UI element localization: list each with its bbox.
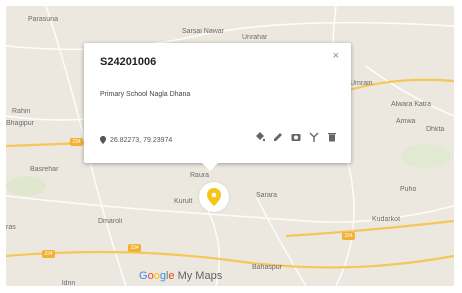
- place-label: Parasuna: [28, 16, 58, 23]
- road-shield: 334: [342, 232, 355, 240]
- place-label: ras: [6, 224, 16, 231]
- place-label: Dhkta: [426, 126, 445, 133]
- place-label: Puho: [400, 186, 417, 193]
- place-label: Dmaroli: [98, 218, 123, 225]
- map-pin-icon: [207, 188, 221, 206]
- product-name: My Maps: [177, 270, 223, 282]
- place-label: Amwa: [396, 118, 416, 125]
- delete-icon[interactable]: [327, 132, 337, 142]
- edit-icon[interactable]: [273, 132, 283, 142]
- coordinates-text: 26.82273, 79.23974: [110, 136, 173, 144]
- place-label: Kurult: [174, 198, 193, 205]
- popup-title: S24201006: [100, 56, 157, 68]
- place-label: ldnn: [62, 280, 76, 286]
- road-shield: 234: [70, 138, 83, 146]
- popup-coordinates: 26.82273, 79.23974: [100, 136, 172, 144]
- directions-icon[interactable]: [309, 132, 319, 142]
- place-label: Basrehar: [30, 166, 59, 173]
- popup-toolbar: [255, 132, 337, 142]
- place-label: Unrahar: [242, 34, 268, 41]
- camera-icon[interactable]: [291, 132, 301, 142]
- google-my-maps-logo: Google My Maps: [139, 270, 223, 282]
- popup-description: Primary School Nagla Dhana: [100, 91, 191, 98]
- map-canvas[interactable]: Parasuna Sarsai Nawar Unrahar Umrain Alw…: [6, 6, 454, 286]
- place-label: Alwara Katra: [391, 101, 432, 108]
- location-pin-icon: [100, 136, 106, 144]
- place-label: Rahin: [12, 108, 31, 115]
- location-marker[interactable]: [199, 182, 229, 212]
- style-icon[interactable]: [255, 132, 265, 142]
- place-label: Bahaspur: [252, 264, 282, 271]
- road-shield: 234: [128, 244, 141, 252]
- place-label: Bhagipur: [6, 120, 35, 127]
- place-label: Sarara: [256, 192, 278, 199]
- place-label: Raura: [190, 172, 210, 179]
- place-label: Kudarkot: [372, 216, 401, 223]
- close-icon[interactable]: ×: [333, 50, 339, 62]
- place-label: Sarsai Nawar: [182, 28, 225, 35]
- place-label: Umrain: [350, 80, 373, 87]
- road-shield: 234: [42, 250, 55, 258]
- info-popup: S24201006 × Primary School Nagla Dhana 2…: [84, 43, 351, 171]
